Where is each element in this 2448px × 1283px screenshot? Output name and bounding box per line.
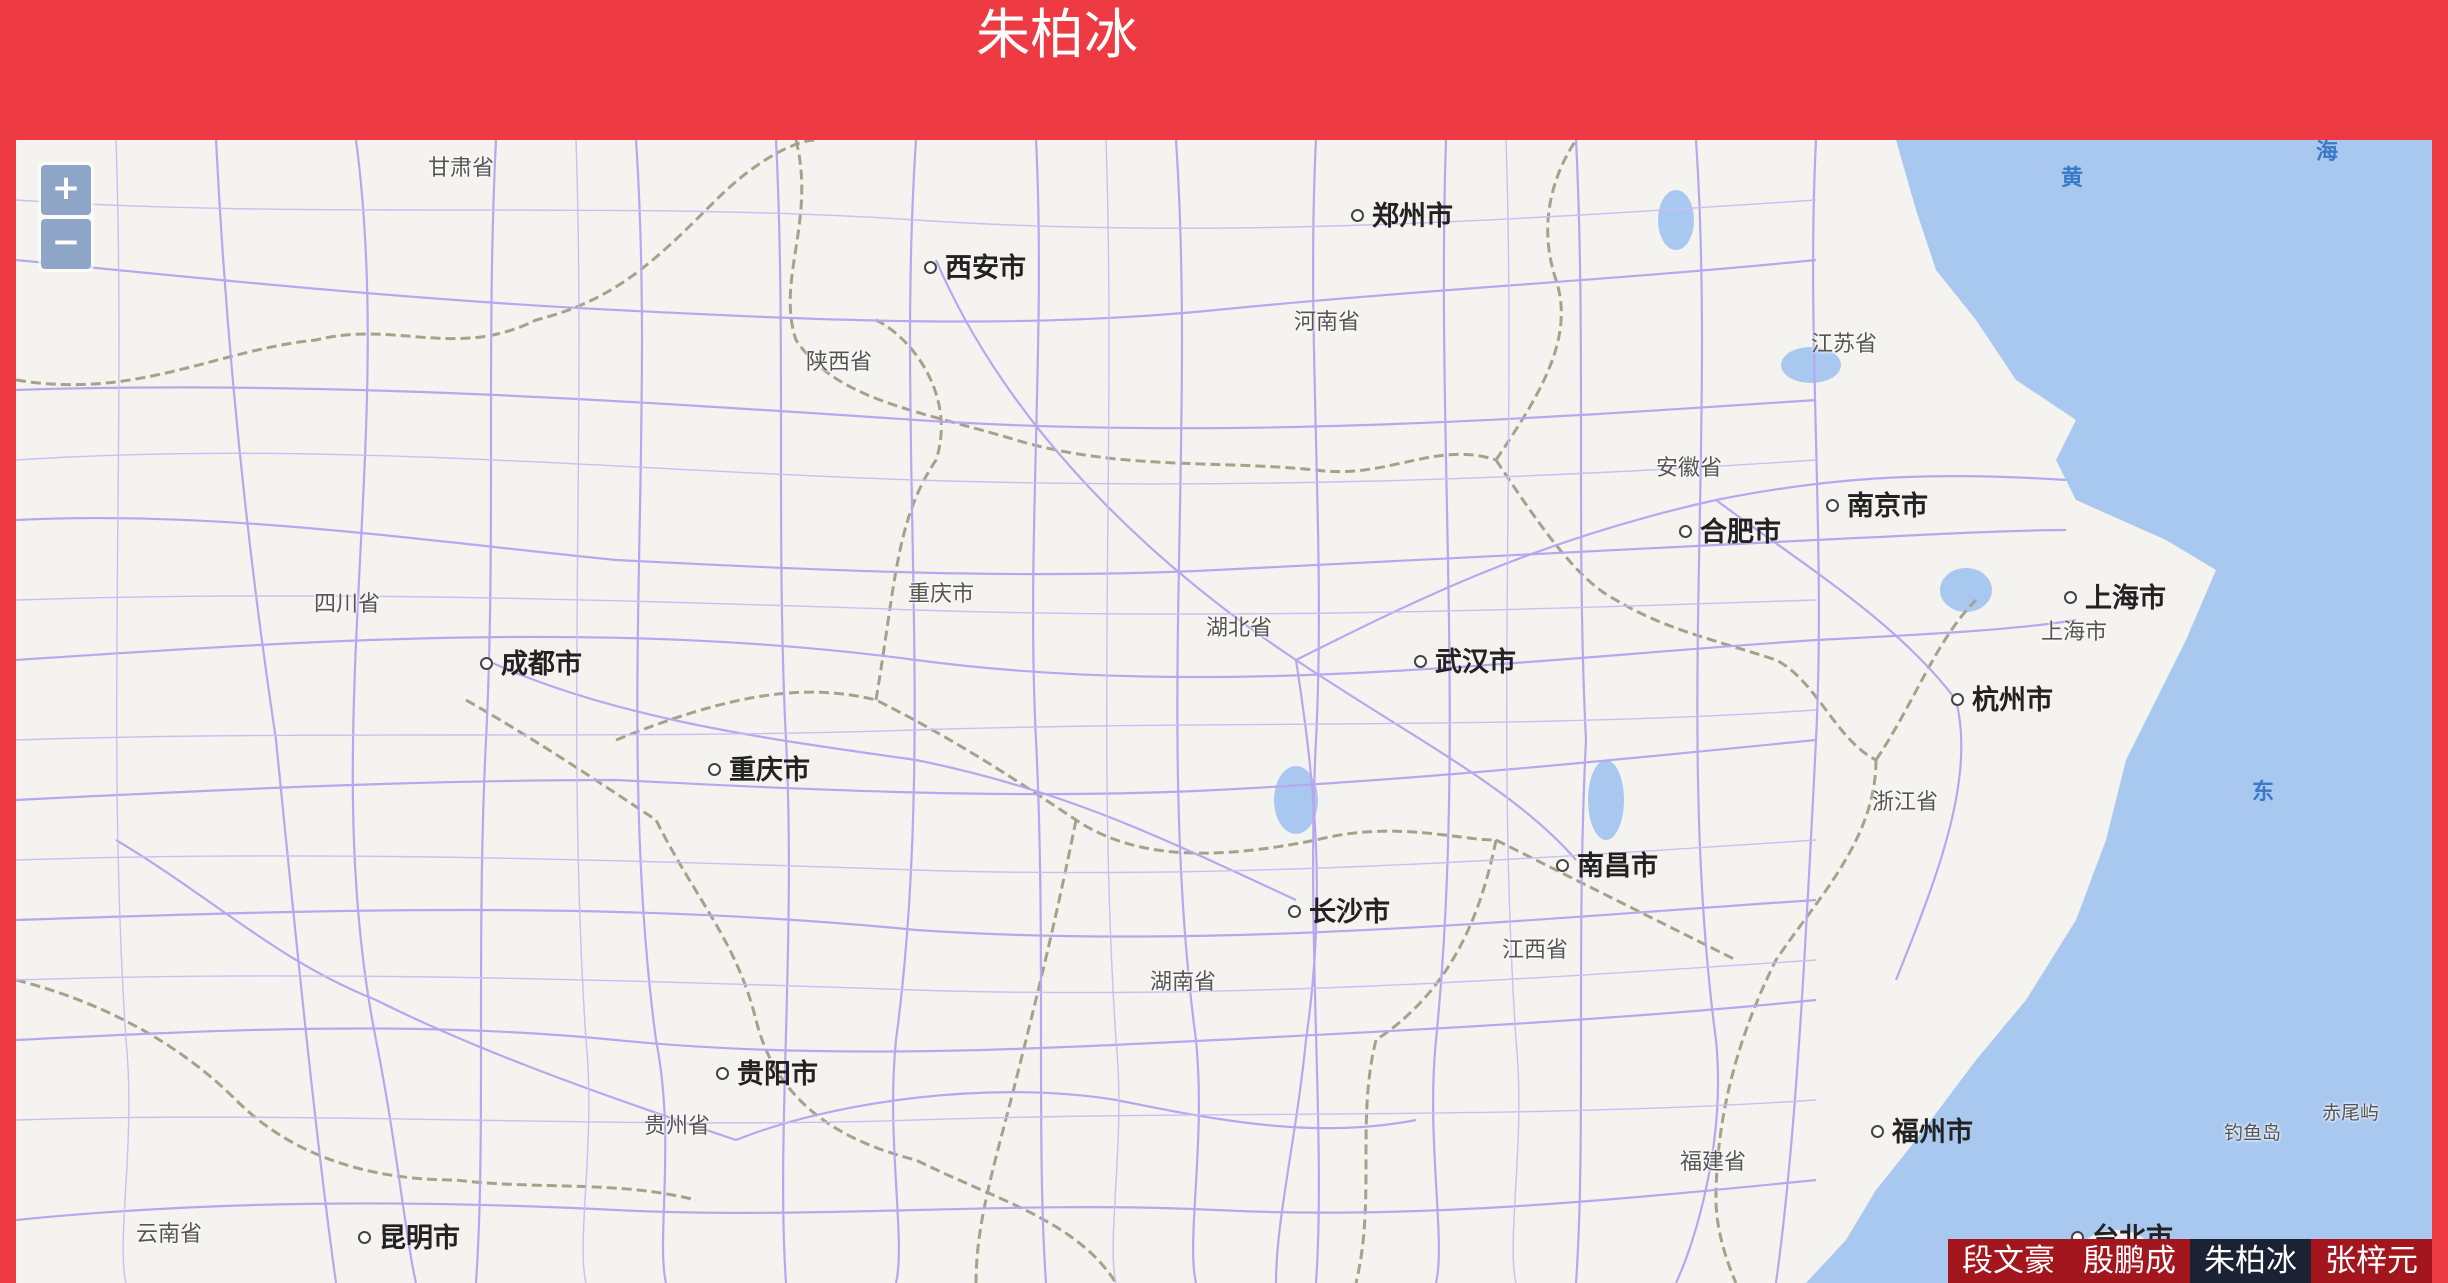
- city-marker-icon: [716, 1067, 729, 1080]
- city-label: 郑州市: [1351, 194, 1453, 233]
- tab-user[interactable]: 段文豪: [1948, 1239, 2069, 1283]
- city-marker-icon: [1826, 499, 1839, 512]
- city-marker-icon: [1679, 525, 1692, 538]
- zoom-in-button[interactable]: +: [41, 165, 91, 215]
- province-label: 陕西省: [806, 350, 873, 375]
- city-label: 南昌市: [1556, 844, 1658, 883]
- province-label: 云南省: [136, 1222, 203, 1247]
- province-label: 江西省: [1502, 938, 1569, 963]
- city-label: 南京市: [1826, 484, 1928, 523]
- city-marker-icon: [480, 657, 493, 670]
- province-label: 贵州省: [644, 1114, 711, 1139]
- zoom-out-button[interactable]: −: [41, 219, 91, 269]
- city-marker-icon: [1288, 905, 1301, 918]
- city-label: 武汉市: [1414, 640, 1516, 679]
- province-label: 福建省: [1680, 1150, 1747, 1175]
- city-marker-icon: [1351, 209, 1364, 222]
- city-label: 西安市: [924, 246, 1026, 285]
- province-label: 甘肃省: [428, 156, 495, 181]
- city-marker-icon: [1556, 859, 1569, 872]
- province-label: 重庆市: [908, 582, 975, 607]
- lake: [1940, 568, 1992, 612]
- zoom-control: + −: [38, 162, 94, 272]
- province-label: 江苏省: [1811, 332, 1878, 357]
- city-label: 合肥市: [1679, 510, 1781, 549]
- city-marker-icon: [1414, 655, 1427, 668]
- province-label: 湖北省: [1206, 616, 1273, 641]
- city-label: 成都市: [480, 642, 582, 681]
- city-label: 福州市: [1871, 1110, 1973, 1149]
- province-label: 上海市: [2041, 620, 2108, 645]
- city-label: 杭州市: [1951, 678, 2053, 717]
- user-tabs: 段文豪 殷鹏成 朱柏冰 张梓元: [1948, 1239, 2432, 1283]
- province-label: 四川省: [314, 592, 381, 617]
- sea-label: 海: [2316, 140, 2339, 165]
- tab-user[interactable]: 张梓元: [2311, 1239, 2432, 1283]
- page-title: 朱柏冰: [976, 3, 1138, 66]
- header-bar: 朱柏冰: [0, 0, 2448, 140]
- lake: [1588, 760, 1624, 840]
- province-label: 安徽省: [1656, 456, 1723, 481]
- city-marker-icon: [2064, 591, 2077, 604]
- city-marker-icon: [708, 763, 721, 776]
- province-label: 浙江省: [1872, 790, 1939, 815]
- city-marker-icon: [358, 1231, 371, 1244]
- city-marker-icon: [1951, 693, 1964, 706]
- city-label: 重庆市: [708, 748, 810, 787]
- sea-label: 东: [2252, 780, 2275, 805]
- city-label: 上海市: [2064, 576, 2166, 615]
- province-label: 赤尾屿: [2322, 1102, 2380, 1124]
- city-marker-icon: [1871, 1125, 1884, 1138]
- province-label: 河南省: [1294, 310, 1361, 335]
- map-canvas: [16, 140, 2432, 1283]
- lake: [1658, 190, 1694, 250]
- map-view[interactable]: + − 郑州市 西安市 南京市 合肥市 上海市 成都市 武汉市 杭州市 重庆市 …: [16, 140, 2432, 1283]
- city-marker-icon: [924, 261, 937, 274]
- province-label: 钓鱼岛: [2224, 1122, 2282, 1144]
- tab-user-active[interactable]: 朱柏冰: [2190, 1239, 2311, 1283]
- province-label: 湖南省: [1150, 970, 1217, 995]
- city-label: 昆明市: [358, 1216, 460, 1255]
- city-label: 长沙市: [1288, 890, 1390, 929]
- city-label: 贵阳市: [716, 1052, 818, 1091]
- sea-label: 黄: [2061, 166, 2084, 191]
- tab-user[interactable]: 殷鹏成: [2069, 1239, 2190, 1283]
